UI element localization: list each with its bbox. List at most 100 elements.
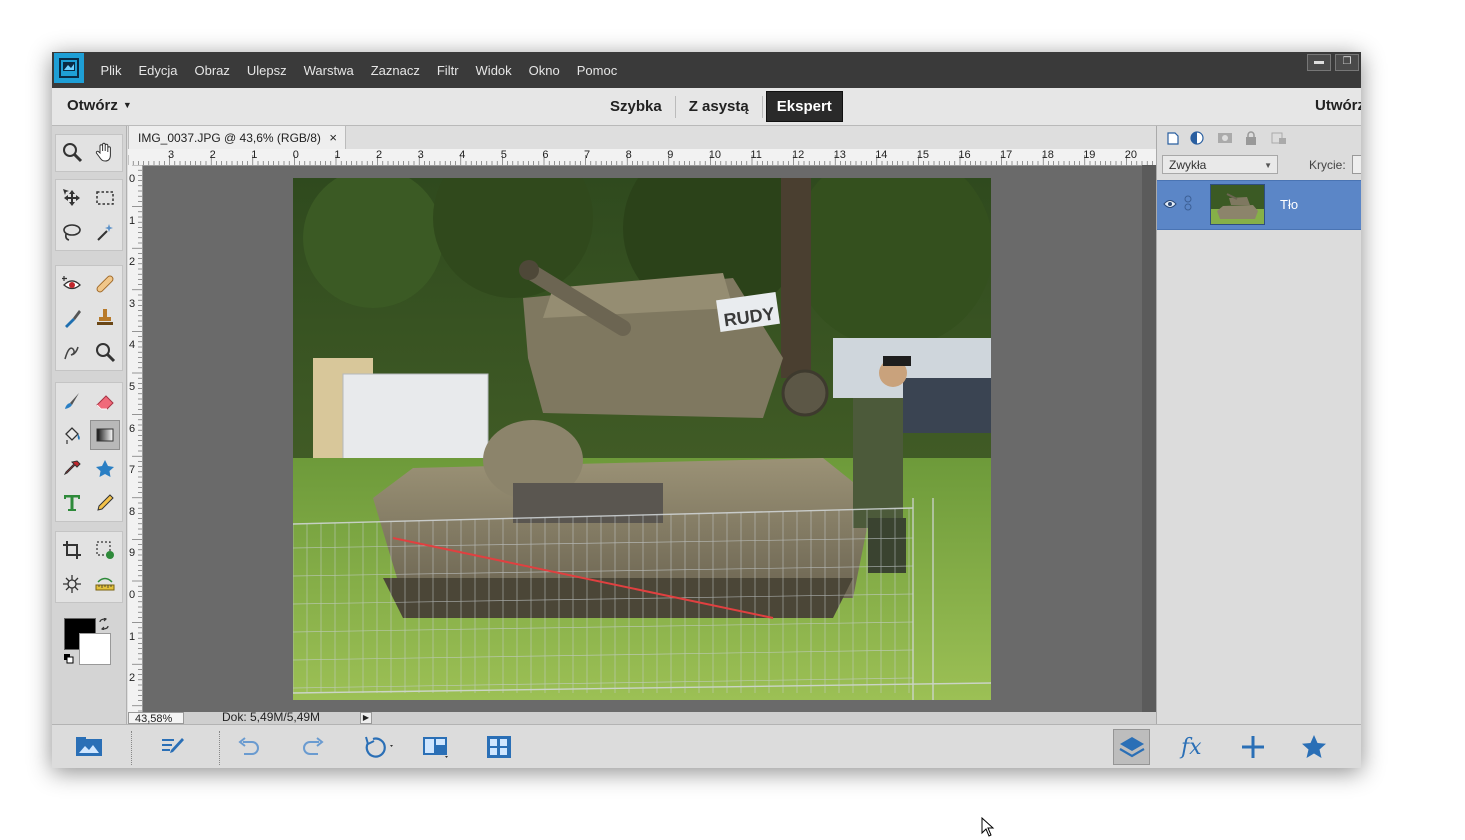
hand-tool-icon[interactable] (90, 137, 120, 167)
spot-healing-icon[interactable] (90, 269, 120, 299)
zoom-field[interactable]: 43,58% (128, 712, 184, 725)
redo-icon (303, 737, 324, 755)
move-tool-icon[interactable] (57, 183, 87, 213)
open-button[interactable]: Otwórz ▼ (67, 97, 132, 114)
ruler-h-label: 6 (542, 149, 549, 161)
ruler-v-label: 0 (129, 589, 136, 601)
undo-button[interactable] (232, 731, 266, 763)
effects-button[interactable]: fx (1176, 731, 1210, 763)
divider (219, 731, 221, 765)
menu-item-7[interactable]: Widok (476, 63, 512, 78)
ruler-h-label: 18 (1041, 149, 1054, 161)
ruler-h-label: 9 (667, 149, 674, 161)
eye-icon[interactable] (1163, 197, 1177, 212)
document-title: IMG_0037.JPG @ 43,6% (RGB/8) (138, 131, 321, 145)
brush-tool-icon[interactable] (57, 386, 87, 416)
ruler-h-label: 7 (584, 149, 591, 161)
tab-guided[interactable]: Z asystą (679, 92, 759, 121)
red-eye-icon[interactable] (57, 269, 87, 299)
rotate-icon (365, 736, 393, 758)
canvas-area[interactable]: 3 2 1 0 1 2 3 4 5 6 7 8 9 10 11 12 13 14 15 16 17 18 19 20 0123… (128, 149, 1156, 712)
default-colors-icon[interactable] (64, 652, 74, 664)
layers-toolbar (1157, 126, 1361, 150)
chevron-down-icon: ▼ (122, 100, 132, 110)
restore-button[interactable]: ❐ (1335, 54, 1359, 71)
vertical-scrollbar[interactable] (1142, 165, 1156, 712)
favorites-button[interactable] (1297, 731, 1331, 763)
custom-shape-icon[interactable] (90, 454, 120, 484)
layer-name: Tło (1280, 197, 1299, 212)
blend-mode-value: Zwykła (1169, 158, 1207, 172)
tab-expert[interactable]: Ekspert (765, 91, 843, 122)
background-color-swatch[interactable] (79, 633, 111, 665)
menu-item-6[interactable]: Filtr (437, 63, 459, 78)
new-layer-icon[interactable] (1165, 130, 1181, 146)
smart-brush-icon[interactable] (57, 303, 87, 333)
mode-tabs: Szybka Z asystą Ekspert (600, 91, 843, 122)
tool-group-select (55, 179, 123, 251)
link-icon[interactable] (1184, 195, 1192, 211)
close-icon[interactable]: × (329, 126, 337, 150)
recompose-tool-icon[interactable] (90, 535, 120, 565)
adjustment-layer-icon[interactable] (1189, 130, 1205, 146)
tab-quick[interactable]: Szybka (600, 92, 672, 121)
lasso-tool-icon[interactable] (57, 217, 87, 247)
layout-button[interactable] (419, 731, 453, 763)
ruler-h-label: 15 (916, 149, 930, 161)
swap-colors-icon[interactable] (98, 617, 110, 631)
bottom-bar: fx (52, 724, 1361, 768)
layer-row[interactable]: Tło (1157, 180, 1361, 230)
opacity-field[interactable] (1352, 155, 1361, 174)
gradient-tool-icon[interactable] (90, 420, 120, 450)
ruler-h-label: 12 (792, 149, 805, 161)
menu-item-3[interactable]: Ulepsz (247, 63, 287, 78)
menu-item-5[interactable]: Zaznacz (371, 63, 420, 78)
divider (131, 731, 133, 765)
graphics-button[interactable] (1236, 731, 1270, 763)
type-tool-icon[interactable] (57, 488, 87, 518)
tool-options-button[interactable] (156, 731, 190, 763)
organizer-button[interactable] (482, 731, 516, 763)
zoom-tool-icon[interactable] (57, 137, 87, 167)
content-move-icon[interactable] (57, 569, 87, 599)
menu-item-2[interactable]: Obraz (194, 63, 229, 78)
blend-mode-select[interactable]: Zwykła ▼ (1162, 155, 1278, 174)
redo-button[interactable] (296, 731, 330, 763)
menu-item-8[interactable]: Okno (529, 63, 560, 78)
menu-item-9[interactable]: Pomoc (577, 63, 617, 78)
layer-mask-icon[interactable] (1217, 130, 1233, 146)
tool-options-icon (162, 738, 184, 753)
minimize-button[interactable]: ▬ (1307, 54, 1331, 71)
clone-stamp-icon[interactable] (90, 303, 120, 333)
rotate-button[interactable] (362, 731, 396, 763)
menu-item-1[interactable]: Edycja (138, 63, 177, 78)
create-button[interactable]: Utwórz (1315, 97, 1361, 114)
mouse-cursor-icon (981, 816, 995, 840)
photo-bin-button[interactable] (72, 731, 106, 763)
ruler-h-label: 2 (376, 149, 383, 161)
document-image[interactable]: RUDY (293, 178, 991, 700)
ruler-h-label: 17 (1000, 149, 1013, 161)
ruler-v-label: 8 (129, 505, 136, 518)
crop-tool-icon[interactable] (57, 535, 87, 565)
paint-bucket-icon[interactable] (57, 420, 87, 450)
eraser-tool-icon[interactable] (90, 386, 120, 416)
eyedropper-icon[interactable] (57, 454, 87, 484)
blur-tool-icon[interactable] (57, 337, 87, 367)
lock-transparency-icon[interactable] (1271, 130, 1287, 146)
menu-item-4[interactable]: Warstwa (304, 63, 354, 78)
magic-wand-icon[interactable] (90, 217, 120, 247)
app-logo-icon[interactable] (54, 53, 84, 83)
layers-button[interactable] (1113, 729, 1150, 765)
straighten-tool-icon[interactable] (90, 569, 120, 599)
menu-item-0[interactable]: Plik (101, 63, 122, 78)
status-menu-arrow-icon[interactable]: ▶ (360, 712, 372, 724)
lock-icon[interactable] (1243, 130, 1259, 146)
pencil-tool-icon[interactable] (90, 488, 120, 518)
document-tab[interactable]: IMG_0037.JPG @ 43,6% (RGB/8) × (128, 125, 346, 149)
ruler-h-label: 1 (334, 149, 341, 161)
layer-thumbnail (1210, 184, 1265, 225)
marquee-tool-icon[interactable] (90, 183, 120, 213)
tool-group-modify (55, 531, 123, 603)
sponge-tool-icon[interactable] (90, 337, 120, 367)
